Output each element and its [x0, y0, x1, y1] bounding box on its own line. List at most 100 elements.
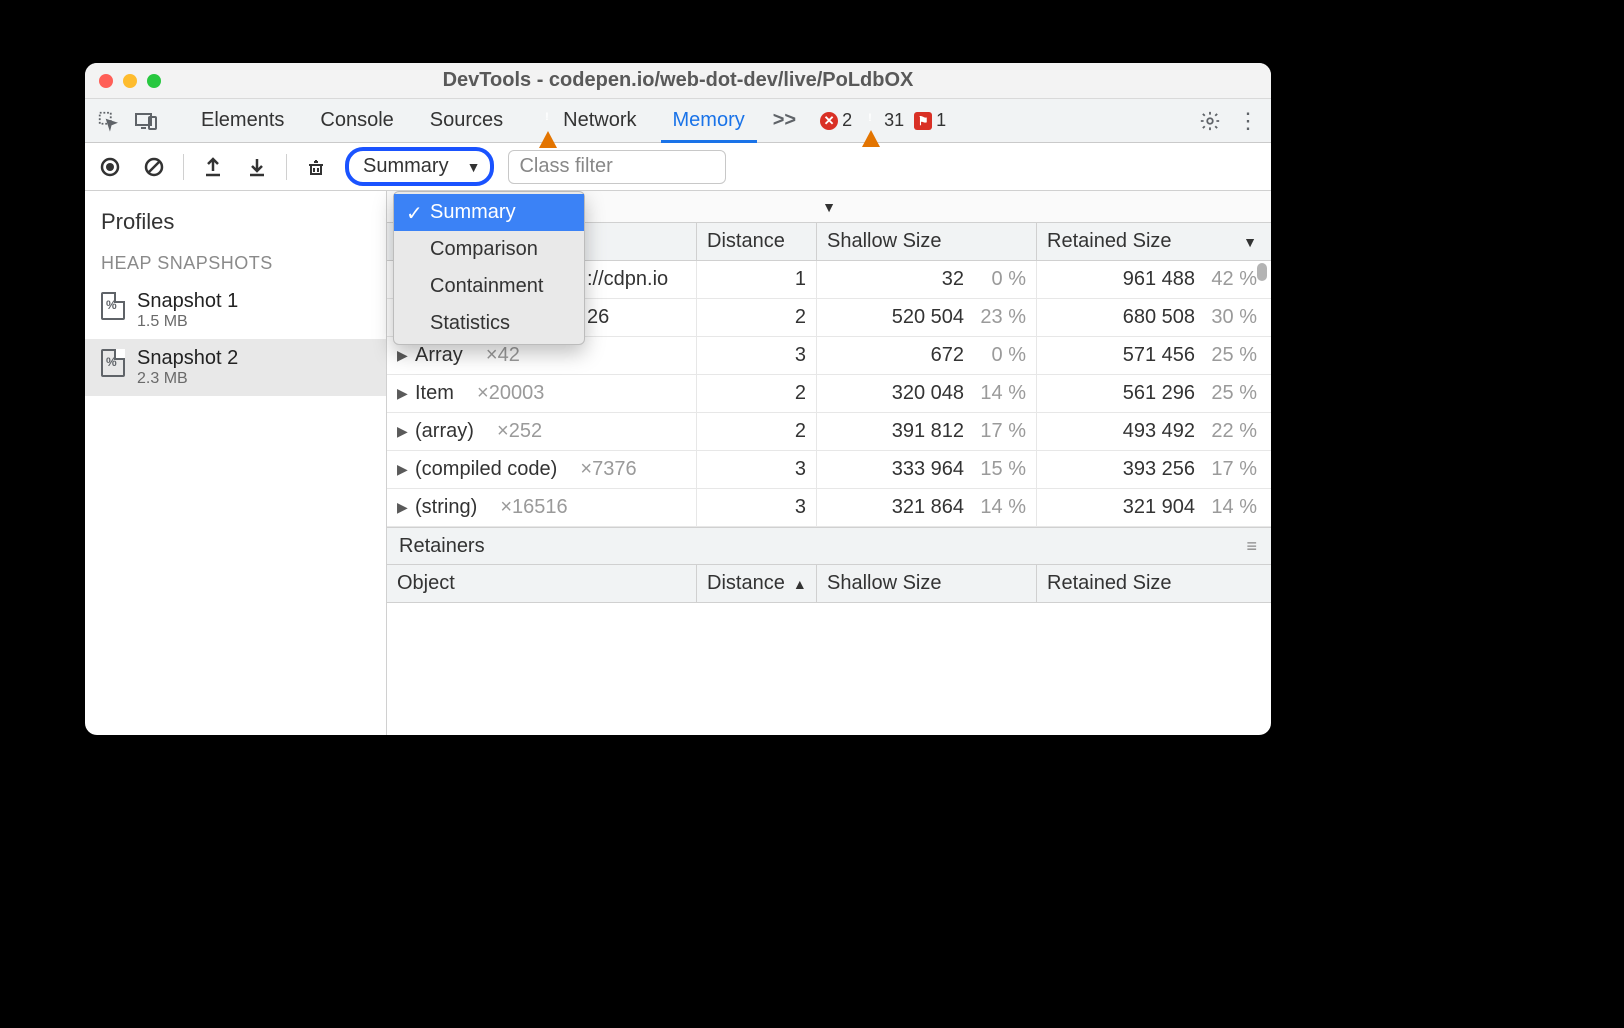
col-label: Shallow Size	[827, 572, 942, 595]
retainers-menu-icon[interactable]: ≡	[1246, 536, 1259, 557]
constructor-cell: ▶(string) ×16516	[387, 489, 697, 526]
constructor-cell: ▶Item ×20003	[387, 375, 697, 412]
errors-count[interactable]: ✕ 2	[820, 110, 852, 131]
col-distance[interactable]: Distance ▲	[697, 565, 817, 602]
table-row[interactable]: ▶(array) ×252 2 391 81217 % 493 49222 %	[387, 413, 1271, 451]
shallow-cell: 391 81217 %	[817, 413, 1037, 450]
retained-cell: 571 45625 %	[1037, 337, 1267, 374]
tab-elements[interactable]: Elements	[187, 99, 298, 143]
gc-icon[interactable]	[301, 152, 331, 182]
tab-label: Network	[563, 109, 636, 132]
disclosure-icon[interactable]: ▶	[397, 385, 409, 402]
device-toolbar-icon[interactable]	[131, 106, 161, 136]
constructor-cell: ▶(compiled code) ×7376	[387, 451, 697, 488]
shallow-cell: 520 50423 %	[817, 299, 1037, 336]
snapshot-size: 2.3 MB	[137, 370, 238, 388]
export-icon[interactable]	[198, 152, 228, 182]
shallow-cell: 320 04814 %	[817, 375, 1037, 412]
view-mode-select[interactable]: Summary ▼	[345, 147, 494, 186]
tab-network[interactable]: Network	[525, 99, 650, 143]
sidebar-heading: HEAP SNAPSHOTS	[85, 247, 386, 282]
retainers-body	[387, 603, 1271, 735]
disclosure-icon[interactable]: ▶	[397, 347, 409, 364]
retained-cell: 493 49222 %	[1037, 413, 1267, 450]
panel-tabstrip: Elements Console Sources Network Memory …	[85, 99, 1271, 143]
sort-desc-icon: ▼	[1243, 234, 1257, 250]
dropdown-item-summary[interactable]: Summary	[394, 194, 584, 231]
col-retained[interactable]: Retained Size	[1037, 565, 1267, 602]
snapshot-size: 1.5 MB	[137, 313, 238, 331]
tab-memory[interactable]: Memory	[659, 99, 759, 143]
col-retained[interactable]: Retained Size ▼	[1037, 223, 1267, 260]
sort-asc-icon: ▲	[793, 576, 807, 592]
col-label: Retained Size	[1047, 230, 1172, 253]
import-icon[interactable]	[242, 152, 272, 182]
snapshot-name: Snapshot 2	[137, 347, 238, 370]
col-object[interactable]: Object	[387, 565, 697, 602]
shallow-cell: 320 %	[817, 261, 1037, 298]
chevron-down-icon: ▼	[467, 159, 481, 175]
disclosure-icon[interactable]: ▶	[397, 461, 409, 478]
class-filter-input[interactable]	[508, 150, 726, 184]
settings-icon[interactable]	[1195, 106, 1225, 136]
issue-icon: ⚑	[914, 112, 932, 130]
table-row[interactable]: ▶Item ×20003 2 320 04814 % 561 29625 %	[387, 375, 1271, 413]
snapshot-item[interactable]: Snapshot 1 1.5 MB	[85, 282, 386, 339]
distance-cell: 2	[697, 413, 817, 450]
tab-label: Console	[320, 109, 393, 132]
sidebar-title: Profiles	[85, 191, 386, 247]
scrollbar-thumb[interactable]	[1257, 263, 1267, 281]
retained-cell: 321 90414 %	[1037, 489, 1267, 526]
col-label: Distance	[707, 572, 785, 595]
tab-console[interactable]: Console	[306, 99, 407, 143]
issues-count[interactable]: ⚑ 1	[914, 110, 946, 131]
tabs-overflow-button[interactable]: >>	[767, 109, 802, 132]
distance-cell: 2	[697, 299, 817, 336]
col-label: Distance	[707, 230, 785, 253]
record-icon[interactable]	[95, 152, 125, 182]
table-row[interactable]: ▶(string) ×16516 3 321 86414 % 321 90414…	[387, 489, 1271, 527]
chevron-down-icon: ▼	[822, 199, 836, 215]
retainers-grid-header: Object Distance ▲ Shallow Size Retained S…	[387, 565, 1271, 603]
disclosure-icon[interactable]: ▶	[397, 423, 409, 440]
devtools-window: DevTools - codepen.io/web-dot-dev/live/P…	[85, 63, 1271, 735]
view-mode-label: Summary	[363, 155, 449, 178]
warning-icon	[539, 109, 557, 132]
dropdown-item-comparison[interactable]: Comparison	[394, 231, 584, 268]
col-distance[interactable]: Distance	[697, 223, 817, 260]
tab-sources[interactable]: Sources	[416, 99, 517, 143]
tab-label: Sources	[430, 109, 503, 132]
more-icon[interactable]: ⋮	[1233, 106, 1263, 136]
snapshot-item[interactable]: Snapshot 2 2.3 MB	[85, 339, 386, 396]
memory-main: Profiles HEAP SNAPSHOTS Snapshot 1 1.5 M…	[85, 191, 1271, 735]
separator	[286, 154, 287, 180]
retained-cell: 561 29625 %	[1037, 375, 1267, 412]
dropdown-item-statistics[interactable]: Statistics	[394, 305, 584, 342]
warnings-count[interactable]: 31	[862, 110, 904, 131]
window-title: DevTools - codepen.io/web-dot-dev/live/P…	[85, 69, 1271, 92]
retained-cell: 393 25617 %	[1037, 451, 1267, 488]
col-shallow[interactable]: Shallow Size	[817, 565, 1037, 602]
warnings-value: 31	[884, 110, 904, 131]
snapshot-name: Snapshot 1	[137, 290, 238, 313]
status-counts: ✕ 2 31 ⚑ 1	[820, 110, 946, 131]
snapshot-content: ▼ Summary Comparison Containment Statist…	[387, 191, 1271, 735]
col-label: Retained Size	[1047, 572, 1172, 595]
col-label: Shallow Size	[827, 230, 942, 253]
tab-label: Elements	[201, 109, 284, 132]
distance-cell: 3	[697, 489, 817, 526]
clear-icon[interactable]	[139, 152, 169, 182]
distance-cell: 1	[697, 261, 817, 298]
table-row[interactable]: ▶(compiled code) ×7376 3 333 96415 % 393…	[387, 451, 1271, 489]
inspect-element-icon[interactable]	[93, 106, 123, 136]
titlebar: DevTools - codepen.io/web-dot-dev/live/P…	[85, 63, 1271, 99]
memory-toolbar: Summary ▼	[85, 143, 1271, 191]
disclosure-icon[interactable]: ▶	[397, 499, 409, 516]
profiles-sidebar: Profiles HEAP SNAPSHOTS Snapshot 1 1.5 M…	[85, 191, 387, 735]
shallow-cell: 333 96415 %	[817, 451, 1037, 488]
dropdown-item-containment[interactable]: Containment	[394, 268, 584, 305]
col-shallow[interactable]: Shallow Size	[817, 223, 1037, 260]
distance-cell: 3	[697, 337, 817, 374]
snapshot-icon	[101, 349, 125, 377]
col-label: Object	[397, 572, 455, 595]
